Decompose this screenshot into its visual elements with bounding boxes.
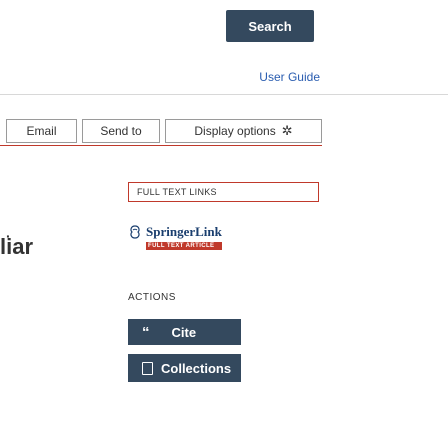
search-button[interactable]: Search <box>226 10 314 42</box>
springer-badge: FULL TEXT ARTICLE <box>146 242 222 250</box>
actions-heading: ACTIONS <box>128 292 176 303</box>
display-options-button[interactable]: Display options ✲ <box>165 119 322 143</box>
send-to-button-label: Send to <box>100 124 142 138</box>
email-button-label: Email <box>26 124 57 138</box>
springer-name: SpringerLink <box>146 224 222 239</box>
folder-icon <box>142 361 153 375</box>
article-toolbar: Email Send to Display options ✲ <box>0 119 322 145</box>
springerlink-link[interactable]: SpringerLink FULL TEXT ARTICLE <box>128 223 222 250</box>
search-input[interactable] <box>0 10 230 44</box>
cite-button[interactable]: “ Cite <box>128 319 241 345</box>
toolbar-underline <box>0 145 322 146</box>
quote-icon: “ <box>142 323 150 341</box>
springer-logo-icon <box>130 225 140 239</box>
cite-button-label: Cite <box>171 324 197 340</box>
collections-button[interactable]: Collections <box>128 354 241 382</box>
title-fragment: liar <box>0 234 34 259</box>
gear-icon: ✲ <box>281 123 293 138</box>
user-guide-link[interactable]: User Guide <box>259 70 320 84</box>
full-text-links-heading: FULL TEXT LINKS <box>128 182 319 202</box>
header-divider <box>0 94 448 95</box>
email-button[interactable]: Email <box>6 119 77 143</box>
collections-button-label: Collections <box>161 360 232 376</box>
display-options-button-label: Display options <box>194 124 276 138</box>
send-to-button[interactable]: Send to <box>82 119 160 143</box>
